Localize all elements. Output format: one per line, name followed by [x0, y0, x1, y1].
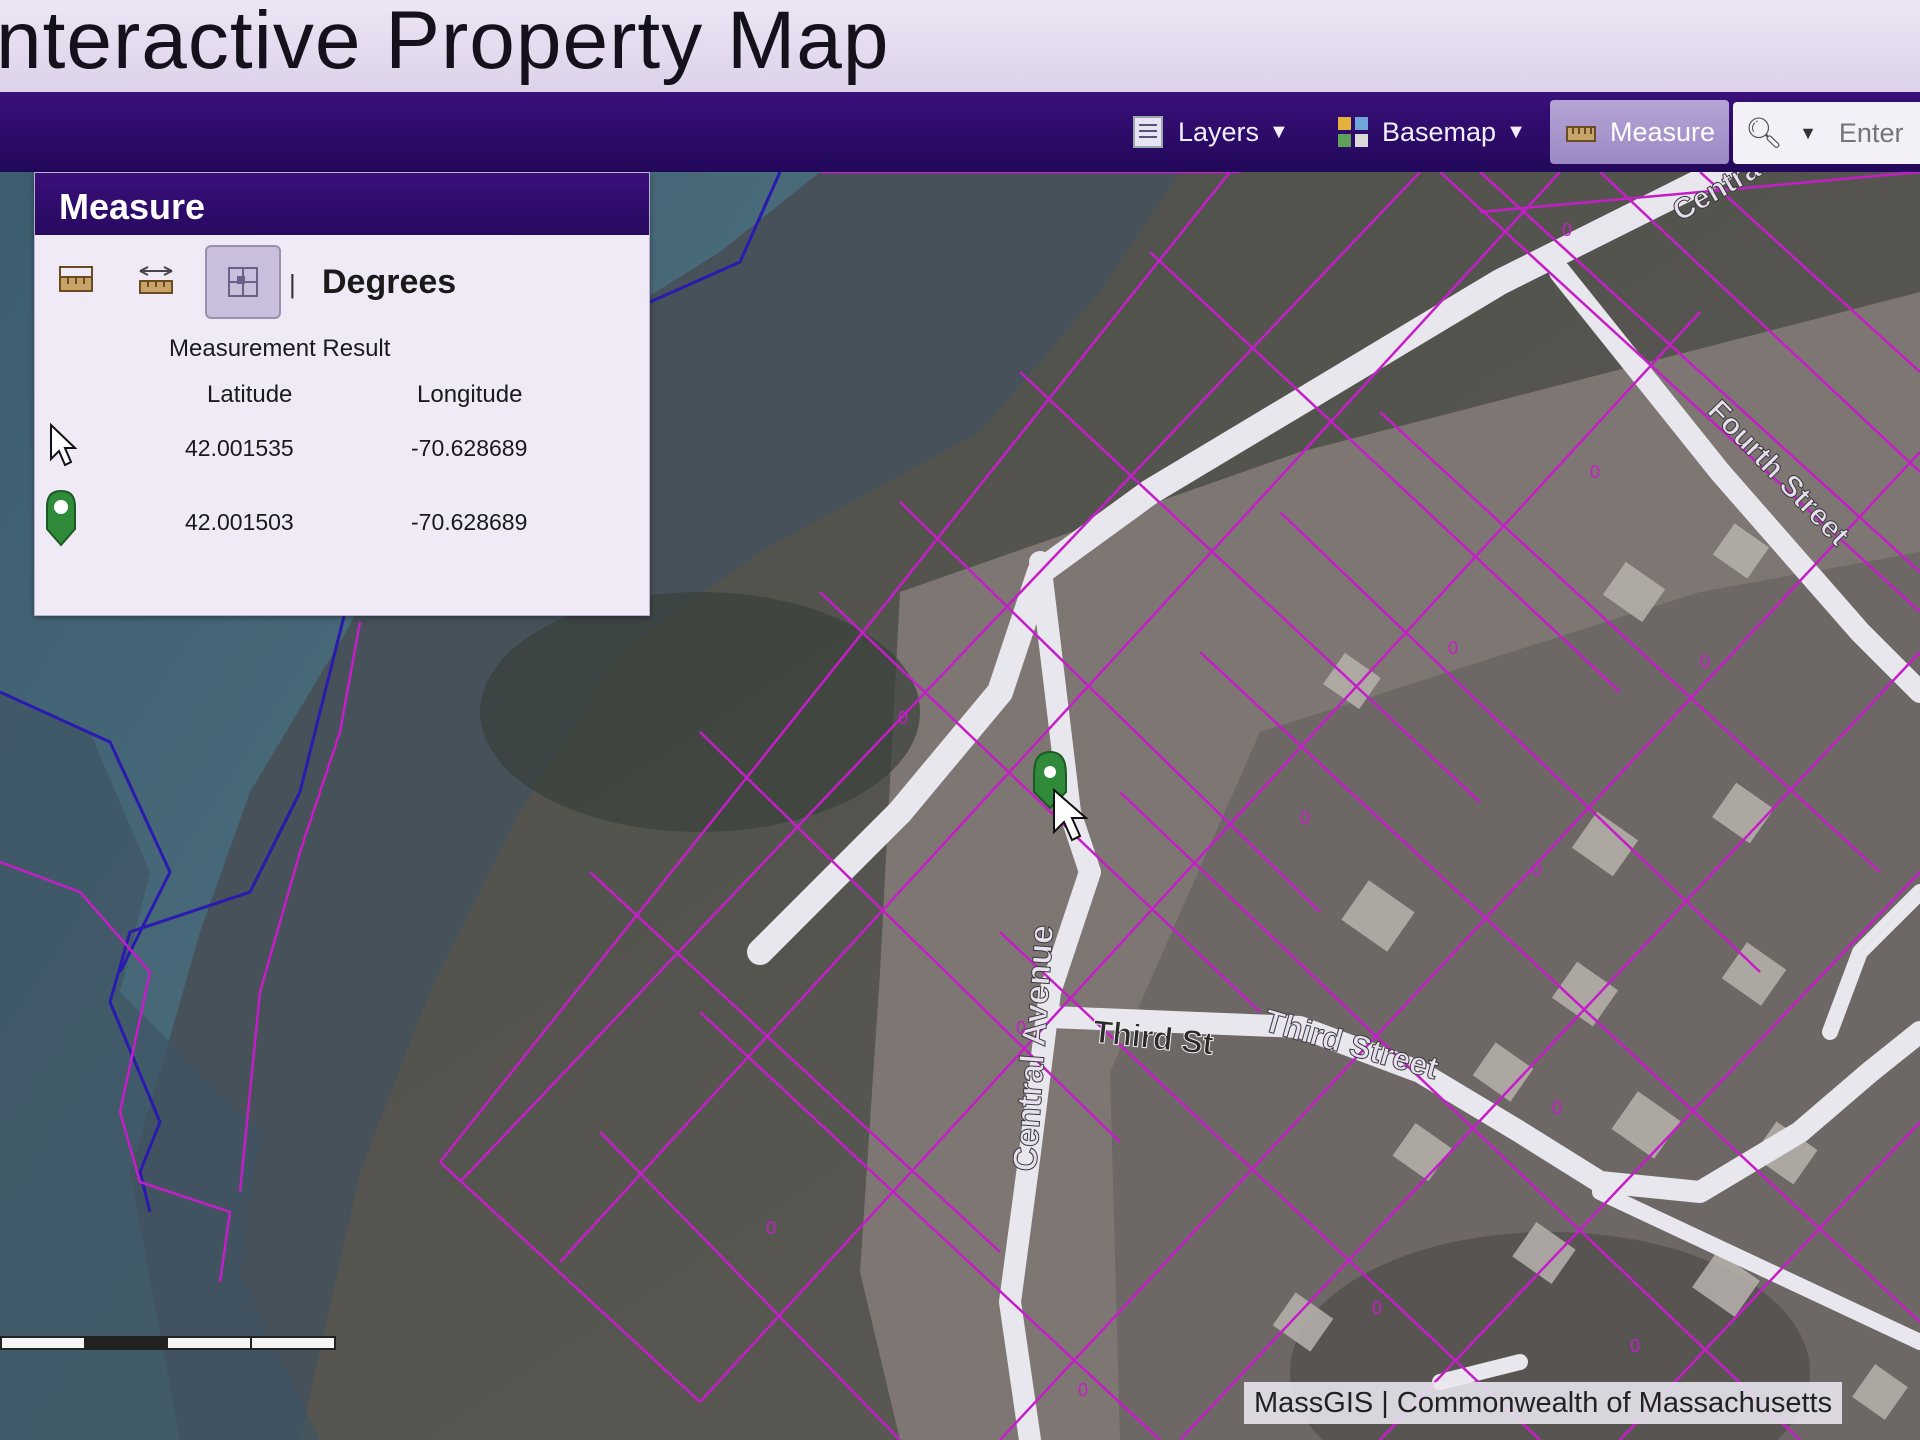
- latitude-header: Latitude: [207, 381, 293, 408]
- longitude-header: Longitude: [417, 381, 523, 408]
- area-icon: [59, 266, 93, 292]
- basemap-caret-icon: ▼: [1506, 120, 1526, 143]
- measure-button[interactable]: Measure: [1550, 100, 1730, 164]
- page-title: nteractive Property Map: [0, 0, 890, 86]
- vegetation-area: [480, 592, 920, 832]
- parcel-label: 0: [1372, 1298, 1382, 1318]
- layers-caret-icon: ▼: [1269, 120, 1289, 143]
- map-pin-icon: [46, 489, 76, 547]
- page-header: nteractive Property Map: [0, 0, 1920, 92]
- result-row-pin: 42.001503 -70.628689: [35, 489, 649, 555]
- measure-panel: Measure | Degrees Measurement Result Lat…: [34, 172, 650, 616]
- parcel-label: 0: [1552, 1098, 1562, 1118]
- search-dropdown-icon[interactable]: ▼: [1799, 123, 1817, 144]
- parcel-label: 0: [1016, 1018, 1026, 1038]
- map-attribution: MassGIS | Commonwealth of Massachusetts: [1244, 1382, 1843, 1424]
- parcel-label: 0: [898, 708, 908, 728]
- distance-icon: [139, 266, 173, 294]
- parcel-label: 0: [1448, 638, 1458, 658]
- distance-tool-button[interactable]: [121, 249, 191, 313]
- basemap-label: Basemap: [1382, 116, 1497, 147]
- location-tool-button[interactable]: [205, 245, 281, 319]
- scale-bar: [0, 1336, 336, 1350]
- measure-panel-title: Measure: [35, 173, 649, 235]
- location-icon: [228, 267, 258, 297]
- longitude-value: -70.628689: [411, 509, 528, 535]
- toolbar: Layers ▼ Basemap ▼ Measure 🔍︎ ▼: [0, 92, 1920, 172]
- parcel-label: 0: [1700, 652, 1710, 672]
- parcel-label: 0: [1300, 808, 1310, 828]
- basemap-button[interactable]: Basemap ▼: [1336, 102, 1526, 162]
- measurement-result-title: Measurement Result: [169, 335, 391, 362]
- parcel-label: 0: [1078, 1380, 1088, 1400]
- cursor-icon: [50, 422, 78, 467]
- layers-icon: [1133, 116, 1163, 148]
- latitude-value: 42.001535: [185, 435, 294, 461]
- search-icon[interactable]: 🔍︎: [1745, 116, 1783, 151]
- layers-button[interactable]: Layers ▼: [1132, 102, 1289, 162]
- measure-icon: [1566, 126, 1596, 142]
- measure-tools: | Degrees: [35, 239, 649, 321]
- unit-dropdown[interactable]: Degrees: [322, 263, 456, 302]
- area-tool-button[interactable]: [41, 249, 111, 313]
- layers-label: Layers: [1178, 116, 1260, 147]
- longitude-value: -70.628689: [411, 435, 528, 461]
- parcel-label: 0: [1532, 860, 1542, 880]
- result-row-cursor: 42.001535 -70.628689: [35, 421, 649, 481]
- measure-label: Measure: [1610, 116, 1716, 147]
- parcel-label: 0: [1590, 462, 1600, 482]
- latitude-value: 42.001503: [185, 509, 294, 535]
- search-input[interactable]: [1836, 116, 1911, 150]
- search-box[interactable]: 🔍︎ ▼: [1733, 102, 1920, 164]
- parcel-label: 0: [1562, 220, 1572, 240]
- tool-separator: |: [289, 269, 296, 299]
- parcel-label: 0: [1630, 1336, 1640, 1356]
- parcel-label: 0: [766, 1218, 776, 1238]
- basemap-icon: [1338, 117, 1368, 147]
